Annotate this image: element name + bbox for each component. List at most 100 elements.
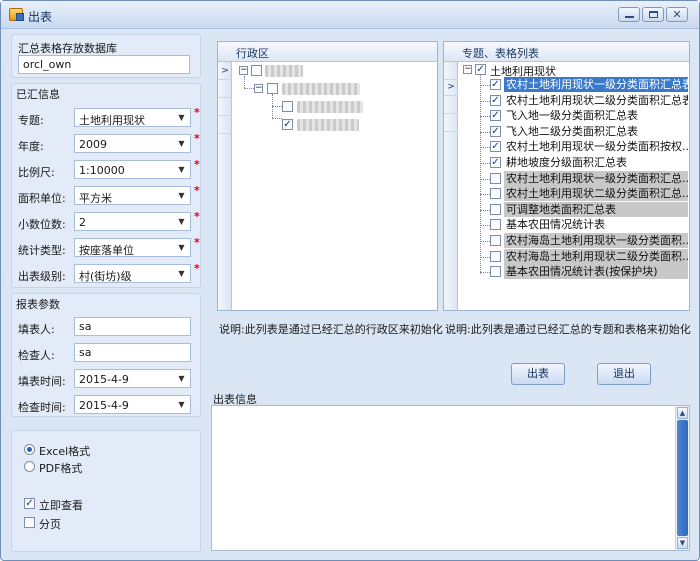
required-mark: * [194,106,200,119]
table-item-checkbox[interactable] [490,188,501,199]
row-header [444,114,458,132]
exit-button[interactable]: 退出 [597,363,651,385]
table-item-checkbox[interactable] [490,266,501,277]
checker-field[interactable]: sa [74,343,191,362]
chevron-down-icon: ▼ [178,269,185,278]
table-item-label[interactable]: 农村土地利用现状一级分类面积按权... [504,139,688,154]
summary-info-title: 已汇信息 [16,88,60,101]
table-item-label[interactable]: 可调整地类面积汇总表 [504,202,688,217]
decimals-value: 2 [79,216,86,229]
topic-select[interactable]: 土地利用现状 ▼ [74,108,191,127]
table-item-checkbox[interactable] [490,251,501,262]
excel-format-radio[interactable] [24,444,35,455]
table-item-checkbox[interactable]: ✓ [490,157,501,168]
tree-connector [480,132,490,133]
scroll-thumb[interactable] [677,420,688,536]
scroll-down-icon[interactable]: ▼ [677,537,688,549]
table-item-checkbox[interactable]: ✓ [490,141,501,152]
export-button[interactable]: 出表 [511,363,565,385]
table-item-label[interactable]: 农村土地利用现状二级分类面积汇总表 [504,93,688,108]
view-now-checkbox[interactable]: ✓ [24,498,35,509]
table-item-label[interactable]: 农村土地利用现状一级分类面积汇总表 [504,77,688,92]
output-scrollbar[interactable]: ▲ ▼ [675,406,689,550]
region-grid-description: 说明:此列表是通过已经汇总的行政区来初始化 [219,323,443,336]
tree-connector [480,147,490,148]
topic-value: 土地利用现状 [79,114,145,127]
checker-label: 检查人: [18,349,55,362]
paginate-label: 分页 [39,518,61,531]
redacted-region-name[interactable] [297,101,363,113]
fill-time-value: 2015-4-9 [79,373,129,386]
pdf-format-radio[interactable] [24,461,35,472]
table-item-label[interactable]: 飞入地二级分类面积汇总表 [504,124,688,139]
tree-node-checkbox[interactable]: ✓ [475,64,486,75]
tree-connector [480,75,481,274]
table-item-label[interactable]: 飞入地一级分类面积汇总表 [504,108,688,123]
collapse-icon[interactable]: − [463,65,472,74]
db-label: 汇总表格存放数据库 [18,42,117,55]
paginate-checkbox[interactable] [24,517,35,528]
tree-connector [480,272,490,273]
maximize-icon [649,11,658,18]
minimize-icon [625,16,634,18]
output-level-value: 村(街坊)级 [79,270,132,283]
close-button[interactable]: ✕ [666,7,688,22]
table-item-checkbox[interactable]: ✓ [490,126,501,137]
output-info-box[interactable]: ▲ ▼ [211,405,690,551]
filler-field[interactable]: sa [74,317,191,336]
scroll-up-icon[interactable]: ▲ [677,407,688,419]
fill-time-picker[interactable]: 2015-4-9 ▼ [74,369,191,388]
stat-type-select[interactable]: 按座落单位 ▼ [74,238,191,257]
table-item-checkbox[interactable]: ✓ [490,110,501,121]
table-item-label[interactable]: 农村土地利用现状一级分类面积汇总... [504,171,688,186]
topic-label: 专题: [18,114,44,127]
chevron-down-icon: ▼ [178,139,185,148]
topic-row-header: > [444,62,458,310]
excel-format-label: Excel格式 [39,445,91,458]
table-item-label[interactable]: 农村海岛土地利用现状一级分类面积... [504,233,688,248]
year-select[interactable]: 2009 ▼ [74,134,191,153]
collapse-icon[interactable]: − [254,84,263,93]
tree-connector [272,118,282,119]
output-level-select[interactable]: 村(街坊)级 ▼ [74,264,191,283]
region-header-label: 行政区 [236,47,269,60]
collapse-icon[interactable]: − [239,66,248,75]
row-header [218,98,232,116]
tree-node-checkbox[interactable] [282,101,293,112]
year-label: 年度: [18,140,44,153]
tree-connector [244,88,254,89]
table-item-label[interactable]: 农村土地利用现状二级分类面积汇总... [504,186,688,201]
table-item-checkbox[interactable] [490,173,501,184]
db-field[interactable]: orcl_own [18,55,190,74]
maximize-button[interactable] [642,7,664,22]
table-item-checkbox[interactable]: ✓ [490,79,501,90]
current-row-indicator: > [444,78,458,96]
required-mark: * [194,210,200,223]
redacted-region-name[interactable] [265,65,303,77]
table-item-label[interactable]: 农村海岛土地利用现状二级分类面积... [504,249,688,264]
redacted-region-name[interactable] [282,83,360,95]
area-unit-select[interactable]: 平方米 ▼ [74,186,191,205]
table-item-checkbox[interactable]: ✓ [490,95,501,106]
region-grid-header: 行政区 [218,42,437,62]
table-item-checkbox[interactable] [490,219,501,230]
scale-select[interactable]: 1:10000 ▼ [74,160,191,179]
tree-node-checkbox[interactable] [251,65,262,76]
decimals-select[interactable]: 2 ▼ [74,212,191,231]
table-item-label[interactable]: 耕地坡度分级面积汇总表 [504,155,688,170]
table-item-label[interactable]: 基本农田情况统计表 [504,217,688,232]
tree-connector [480,163,490,164]
title-bar: 出表 ✕ [1,1,699,29]
redacted-region-name[interactable] [297,119,359,131]
table-item-label[interactable]: 基本农田情况统计表(按保护块) [504,264,688,279]
tree-connector [480,225,490,226]
topic-grid-description: 说明:此列表是通过已经汇总的专题和表格来初始化 [445,323,691,336]
row-header [218,116,232,134]
table-item-checkbox[interactable] [490,204,501,215]
table-item-checkbox[interactable] [490,235,501,246]
report-params-title: 报表参数 [16,298,60,311]
minimize-button[interactable] [618,7,640,22]
tree-node-checkbox[interactable]: ✓ [282,119,293,130]
check-time-picker[interactable]: 2015-4-9 ▼ [74,395,191,414]
tree-node-checkbox[interactable] [267,83,278,94]
